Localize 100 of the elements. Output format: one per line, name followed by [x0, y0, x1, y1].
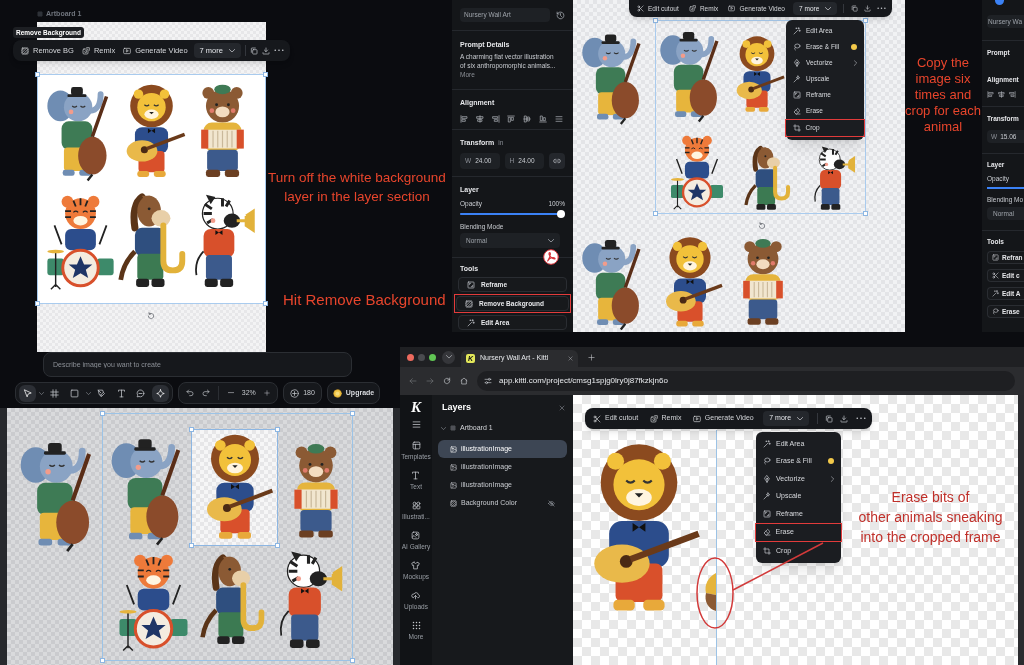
lock-ratio-button[interactable] [549, 153, 565, 169]
layout-icon [411, 441, 421, 450]
shapes-icon [411, 501, 421, 510]
distribute-icon[interactable] [554, 115, 563, 123]
lasso-icon [992, 308, 999, 315]
align-middle-icon[interactable] [523, 115, 532, 123]
zoom-in-icon[interactable] [263, 390, 270, 396]
address-bar[interactable]: app.kittl.com/project/cmsg1spjg0lry0j87fkzkjn6o [477, 371, 1015, 391]
maximize-window-icon[interactable] [429, 353, 436, 361]
resize-handle[interactable] [863, 18, 868, 23]
text-icon [116, 388, 126, 398]
reload-icon[interactable] [443, 377, 451, 385]
resize-handle[interactable] [100, 658, 105, 663]
eye-off-icon[interactable] [548, 499, 555, 507]
more-icon[interactable] [274, 49, 284, 52]
resize-handle[interactable] [863, 211, 868, 216]
download-icon[interactable] [863, 5, 871, 12]
video-icon [728, 5, 736, 12]
close-window-icon[interactable] [407, 353, 414, 361]
t-shirt-icon [411, 561, 421, 570]
remix-icon [649, 414, 658, 423]
caret-icon [228, 48, 235, 53]
scissors-icon [593, 414, 601, 423]
copy-icon[interactable] [249, 46, 258, 55]
rotate-icon[interactable] [758, 222, 766, 230]
video-icon [692, 414, 701, 423]
home-icon[interactable] [460, 377, 468, 385]
image-icon [450, 463, 457, 471]
avatar-icon[interactable] [995, 0, 1004, 5]
more-icon[interactable] [855, 417, 866, 420]
resize-handle[interactable] [653, 18, 658, 23]
resize-handle[interactable] [263, 301, 268, 306]
caret-icon[interactable] [441, 426, 446, 430]
resize-handle[interactable] [35, 301, 40, 306]
square-icon [69, 388, 79, 398]
align-right-icon[interactable] [491, 115, 500, 123]
ai-tool-button[interactable] [152, 384, 169, 402]
sparkle-icon [156, 388, 165, 398]
hatch-icon [465, 299, 473, 308]
resize-handle[interactable] [189, 427, 194, 432]
annotation-text: Copy the image six times and crop for each animal [905, 55, 981, 135]
resize-handle[interactable] [350, 411, 355, 416]
resize-handle[interactable] [653, 211, 658, 216]
align-top-icon[interactable] [507, 115, 516, 123]
crop-icon [763, 546, 771, 555]
annotation-text: Erase bits of other animals sneaking into the cropped frame [857, 488, 1004, 547]
align-right-icon[interactable] [1009, 91, 1016, 98]
caret-icon [825, 6, 832, 11]
plus-circle-icon [290, 388, 300, 398]
image-sparkle-icon [411, 531, 421, 540]
resize-handle[interactable] [275, 427, 280, 432]
new-tab-icon[interactable] [588, 353, 595, 361]
wand-icon [467, 318, 475, 327]
align-left-icon[interactable] [987, 91, 994, 98]
grid-icon [411, 621, 421, 630]
eraser-icon [793, 107, 801, 115]
resize-handle[interactable] [275, 543, 280, 548]
menu-icon[interactable] [411, 420, 421, 429]
align-left-icon[interactable] [460, 115, 468, 123]
resize-handle[interactable] [35, 72, 40, 77]
caret-icon[interactable] [38, 391, 44, 395]
resize-handle[interactable] [263, 72, 268, 77]
site-settings-icon[interactable] [484, 377, 492, 385]
close-icon[interactable] [568, 356, 573, 361]
forward-icon[interactable] [426, 377, 434, 385]
lasso-icon [793, 43, 801, 51]
caret-icon [797, 416, 804, 421]
text-icon [411, 471, 421, 480]
close-icon[interactable] [559, 404, 565, 411]
download-icon[interactable] [840, 414, 849, 423]
tab-list-button[interactable] [442, 350, 455, 364]
redo-icon[interactable] [202, 389, 211, 397]
history-icon[interactable] [556, 10, 565, 20]
resize-handle[interactable] [350, 658, 355, 663]
caret-icon [548, 238, 554, 243]
lasso-icon [763, 457, 771, 466]
resize-handle[interactable] [100, 411, 105, 416]
slider-thumb[interactable] [557, 210, 565, 218]
pdf-icon[interactable] [543, 249, 559, 265]
more-icon[interactable] [877, 7, 886, 10]
caret-icon[interactable] [85, 391, 91, 395]
caret-icon [445, 355, 452, 359]
hash-icon [37, 10, 43, 17]
undo-icon[interactable] [186, 389, 194, 397]
back-icon[interactable] [409, 377, 417, 385]
selection-frame[interactable] [102, 413, 353, 661]
align-center-icon[interactable] [998, 91, 1005, 98]
select-tool-button[interactable] [19, 384, 36, 402]
copy-icon[interactable] [850, 5, 858, 12]
hatch-icon [21, 46, 29, 55]
app-logo[interactable]: K [411, 400, 421, 414]
copy-icon[interactable] [825, 414, 833, 423]
rotate-icon[interactable] [147, 312, 155, 320]
download-icon[interactable] [261, 46, 270, 55]
resize-handle[interactable] [189, 543, 194, 548]
align-center-icon[interactable] [475, 115, 484, 123]
eraser-icon [762, 528, 771, 537]
align-bottom-icon[interactable] [539, 115, 548, 123]
image-icon [450, 445, 457, 453]
opacity-slider[interactable] [460, 210, 565, 218]
